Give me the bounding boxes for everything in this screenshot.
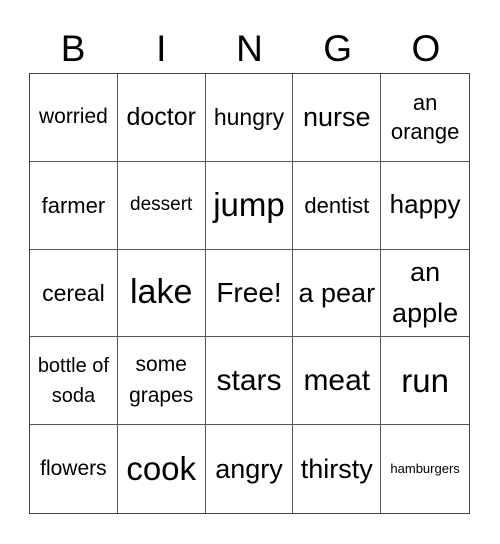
bingo-cell[interactable]: nurse [293, 74, 382, 162]
bingo-cell[interactable]: a pear [293, 249, 382, 338]
bingo-cell[interactable]: hamburgers [381, 425, 469, 513]
header-letter-b: B [60, 28, 86, 69]
bingo-header: B I N G O [29, 28, 470, 70]
bingo-cell[interactable]: worried [30, 74, 118, 162]
free-space-cell[interactable]: Free! [205, 249, 294, 338]
bingo-cell[interactable]: hungry [205, 74, 294, 162]
bingo-cell[interactable]: run [381, 337, 469, 426]
bingo-cell[interactable]: lake [117, 249, 206, 338]
bingo-cell[interactable]: dessert [117, 161, 206, 250]
bingo-cell[interactable]: an apple [381, 250, 469, 338]
bingo-cell[interactable]: cook [118, 425, 206, 513]
header-letter-n: N [236, 28, 263, 69]
bingo-cell[interactable]: an orange [381, 74, 469, 162]
bingo-cell[interactable]: cereal [30, 249, 118, 338]
bingo-cell[interactable]: farmer [30, 161, 118, 250]
bingo-cell[interactable]: stars [205, 337, 294, 426]
bingo-cell[interactable]: meat [293, 337, 382, 426]
bingo-cell[interactable]: some grapes [117, 337, 206, 426]
bingo-grid: worried doctor hungry nurse an orange fa… [29, 73, 470, 514]
bingo-cell[interactable]: thirsty [293, 425, 382, 513]
header-letter-o: O [411, 28, 441, 69]
bingo-cell[interactable]: angry [206, 425, 294, 513]
bingo-cell[interactable]: jump [205, 161, 294, 250]
bingo-cell[interactable]: bottle of soda [30, 337, 118, 426]
bingo-cell[interactable]: dentist [293, 161, 382, 250]
bingo-cell[interactable]: flowers [30, 425, 118, 513]
header-letter-i: I [156, 28, 167, 69]
bingo-cell[interactable]: doctor [117, 74, 206, 162]
bingo-cell[interactable]: happy [381, 162, 469, 250]
header-letter-g: G [323, 28, 353, 69]
